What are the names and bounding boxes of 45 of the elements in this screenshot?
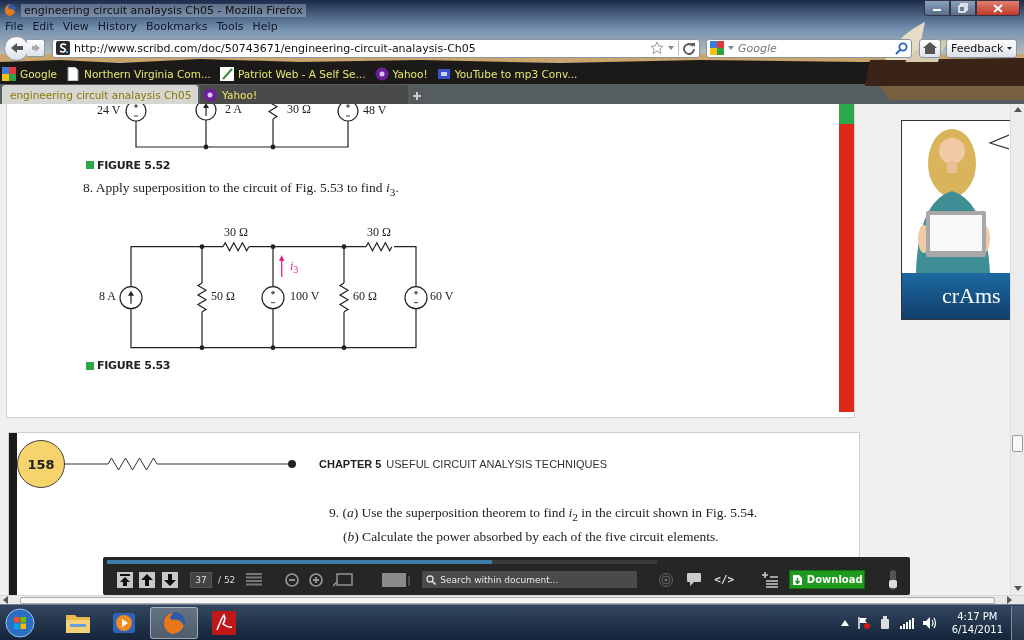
url-input[interactable]: http://www.scribd.com/doc/50743671/engineering-circuit-analaysis-Ch05 [74, 41, 646, 55]
problem-text: 8. Apply superposition to the circuit of Fig. 5.53 to find i$_{3}$. [83, 179, 400, 200]
menu-item[interactable]: Edit [32, 20, 54, 34]
bookmark-item[interactable]: Google [2, 67, 58, 81]
circuit-label: 30 Ω [224, 225, 248, 239]
problem-text: (b) Calculate the power absorbed by each of the five circuit elements. [343, 527, 720, 546]
bookmark-item[interactable]: YouTube to mp3 Conv... [436, 67, 578, 81]
circuit-label: 60 Ω [353, 289, 377, 303]
search-input[interactable]: Search within document... [440, 574, 638, 585]
circuit-label: 30 Ω [367, 225, 391, 239]
figure-caption: FIGURE 5.52 [97, 158, 171, 172]
embed-button[interactable]: </> [714, 573, 735, 586]
search-field[interactable]: Search within document... [422, 571, 638, 588]
bookmark-item[interactable]: Yahoo! [374, 67, 428, 81]
menu-item[interactable]: Tools [216, 20, 244, 34]
menu-item[interactable]: Bookmarks [146, 20, 208, 34]
circuit-label: 30 Ω [287, 104, 311, 116]
figure-caption: FIGURE 5.53 [97, 359, 171, 373]
download-button[interactable]: Download [789, 570, 866, 589]
menu-item[interactable]: Help [252, 20, 278, 34]
circuit-label: 2 A [225, 104, 242, 116]
circuit-label: 48 V [363, 104, 387, 117]
ad-banner[interactable]: crAms [901, 120, 1010, 320]
menu-item[interactable]: File [5, 20, 24, 34]
page-number: 158 [17, 440, 65, 488]
circuit-label: 50 Ω [211, 289, 235, 303]
circuit-label: 100 V [290, 289, 320, 303]
ad-logo: crAms [942, 283, 1001, 309]
search-input[interactable]: Google [738, 41, 891, 55]
menu-item[interactable]: History [97, 20, 137, 34]
bookmark-item[interactable]: Patriot Web - A Self Se... [219, 67, 366, 81]
window-title: engineering circuit analaysis Ch05 - Mozilla Firefox [21, 3, 306, 17]
circuit-label: 8 A [99, 289, 116, 303]
current-label: i$_{3}$ [290, 259, 299, 277]
chapter-label: CHAPTER 5 [319, 458, 382, 470]
circuit-label: 24 V [97, 104, 121, 117]
problem-text: 9. (a) Use the superposition theorem to find i$_{2}$ in the circuit shown in Fig. 5.54. [329, 504, 759, 525]
page-number-field[interactable]: 37 [190, 571, 212, 588]
tab[interactable]: Yahoo! [200, 85, 408, 104]
chapter-title: USEFUL CIRCUIT ANALYSIS TECHNIQUES [386, 458, 608, 470]
page-count: / 52 [218, 574, 236, 585]
bookmark-item[interactable]: Northern Virginia Com... [66, 67, 211, 81]
menu-item[interactable]: View [62, 20, 89, 34]
clock[interactable]: 4:17 PM 6/14/2011 [951, 609, 1003, 636]
circuit-label: 60 V [430, 289, 454, 303]
